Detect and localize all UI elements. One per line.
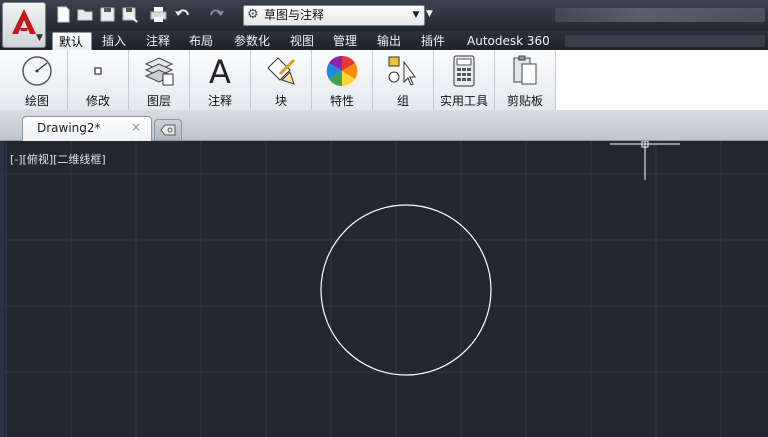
block-icon (267, 57, 296, 85)
tab-autodesk-360[interactable]: Autodesk 360 (461, 32, 556, 50)
panel-modify[interactable]: 修改 (68, 50, 129, 110)
tab-default[interactable]: 默认 (52, 32, 92, 51)
print-icon[interactable] (150, 6, 167, 23)
tab-output[interactable]: 输出 (371, 32, 407, 50)
undo-icon[interactable] (174, 6, 191, 23)
panel-annotation[interactable]: A 注释 (190, 50, 251, 110)
tab-view[interactable]: 视图 (284, 32, 320, 50)
panel-label: 修改 (85, 94, 110, 108)
panel-label: 注释 (207, 94, 232, 108)
application-menu-button[interactable]: ▼ (2, 2, 46, 48)
svg-text:A: A (209, 54, 231, 88)
grid (4, 141, 768, 437)
open-icon[interactable] (77, 6, 94, 23)
tab-annotate[interactable]: 注释 (140, 32, 176, 50)
tab-layout[interactable]: 布局 (183, 32, 219, 50)
group-icon (388, 56, 416, 86)
properties-icon (326, 55, 358, 87)
new-tab-icon (160, 124, 176, 136)
tab-manage[interactable]: 管理 (327, 32, 363, 50)
document-tab[interactable]: Drawing2* × (22, 116, 152, 141)
autocad-logo-icon (12, 9, 36, 34)
ribbon-empty-area (556, 50, 768, 110)
panel-draw[interactable]: 绘图 (7, 50, 68, 110)
workspace-label: 草图与注释 (264, 8, 325, 22)
clipboard-icon (513, 55, 537, 85)
save-icon[interactable] (99, 6, 116, 23)
quick-access-more-icon[interactable]: ▼ (426, 9, 433, 19)
drawing-area (4, 141, 768, 437)
panel-utilities[interactable]: 实用工具 (434, 50, 495, 110)
document-tab-name: Drawing2* (37, 121, 101, 135)
modify-icon (94, 67, 102, 75)
document-tab-bar: Drawing2* × (0, 110, 768, 141)
panel-clipboard[interactable]: 剪贴板 (495, 50, 556, 110)
tab-parametric[interactable]: 参数化 (228, 32, 276, 50)
title-text-blurred (555, 8, 765, 22)
drawing-canvas[interactable]: [-][俯视][二维线框] (4, 141, 768, 437)
chevron-down-icon: ▼ (412, 10, 420, 20)
new-icon[interactable] (55, 6, 72, 23)
workspace-dropdown[interactable]: ⚙ 草图与注释 ▼ (243, 5, 425, 26)
new-drawing-tab[interactable] (154, 119, 182, 140)
chevron-down-icon: ▼ (36, 33, 43, 43)
panel-label: 图层 (146, 94, 171, 108)
tab-insert[interactable]: 插入 (96, 32, 132, 50)
circle-entity[interactable] (320, 204, 492, 376)
panel-label: 块 (274, 94, 287, 108)
panel-label: 绘图 (24, 94, 49, 108)
save-as-icon[interactable] (121, 6, 138, 23)
calculator-icon (453, 55, 475, 87)
panel-layers[interactable]: 图层 (129, 50, 190, 110)
close-icon[interactable]: × (131, 120, 141, 134)
tab-plugins[interactable]: 插件 (415, 32, 451, 50)
panel-block[interactable]: 块 (251, 50, 312, 110)
annotation-icon: A (209, 54, 231, 88)
panel-properties[interactable]: 特性 (312, 50, 373, 110)
layers-icon (144, 57, 174, 86)
redo-icon[interactable] (208, 6, 225, 23)
ribbon: 绘图 修改 图层 A 注释 块 特性 组 实用工具 剪贴板 (0, 50, 556, 111)
draw-circle-icon (22, 56, 52, 86)
viewport-controls-label[interactable]: [-][俯视][二维线框] (10, 151, 106, 167)
panel-group[interactable]: 组 (373, 50, 434, 110)
panel-label: 实用工具 (439, 94, 488, 108)
panel-label: 组 (396, 94, 409, 108)
panel-label: 剪贴板 (506, 94, 543, 108)
panel-label: 特性 (329, 94, 354, 108)
gear-icon: ⚙ (247, 7, 259, 22)
blurred-region (565, 35, 765, 47)
